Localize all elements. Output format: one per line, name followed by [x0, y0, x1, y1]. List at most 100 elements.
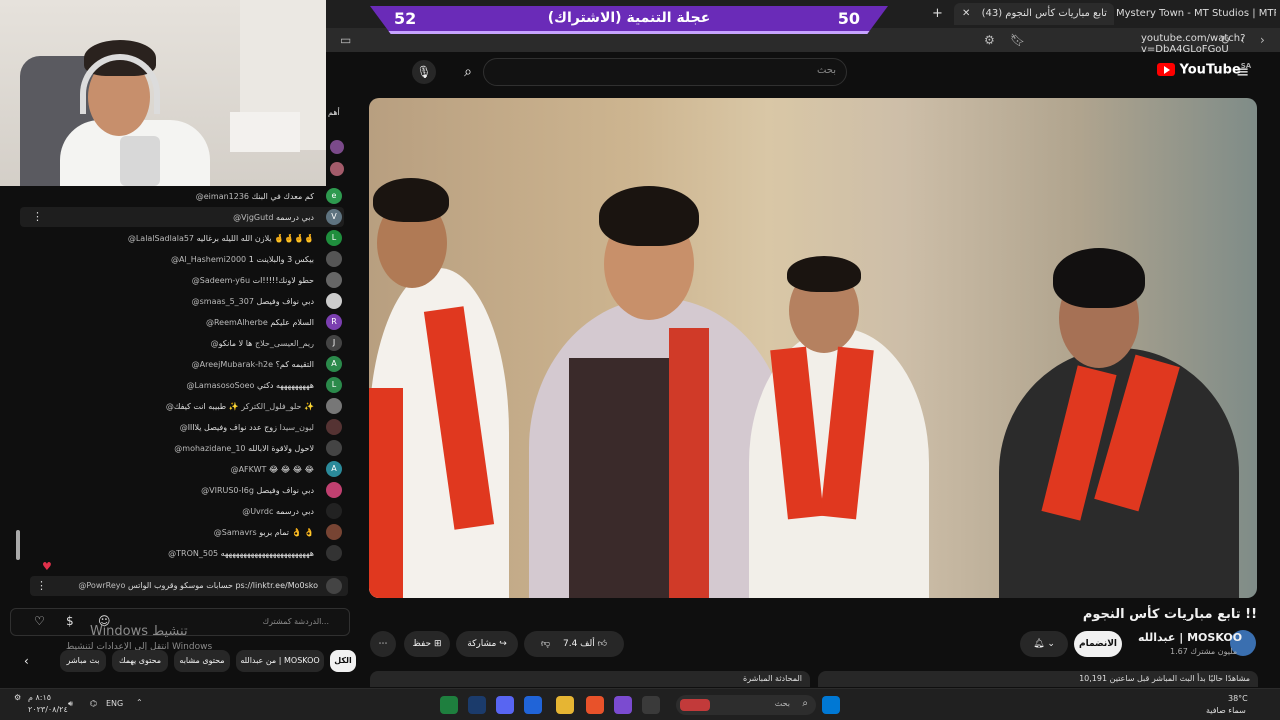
avatar[interactable]: R [326, 314, 342, 330]
weather-desc[interactable]: سماء صافية [1206, 706, 1246, 715]
settings-icon[interactable]: ⚙ [984, 33, 995, 47]
chat-author[interactable]: @mohazidane_10 [174, 444, 245, 453]
video-player[interactable] [369, 98, 1257, 598]
chat-author[interactable]: @eiman1236 [196, 192, 249, 201]
heart-icon[interactable]: ♡ [34, 614, 45, 628]
avatar[interactable] [326, 272, 342, 288]
chat-text: تمام بربو 👌 👌 [259, 528, 314, 537]
chat-author[interactable]: @Samavrs [214, 528, 257, 537]
avatar[interactable]: J [326, 335, 342, 351]
chat-message: @mohazidane_10 لاحول ولاقوة الابالله [20, 438, 344, 458]
tab-from-channel[interactable]: من عبدالله | MOSKOO [236, 650, 324, 672]
weather-temp[interactable]: 38°C [1228, 694, 1248, 703]
chat-text: ههههههههههههههههههههههههه [220, 549, 314, 558]
bookmark-icon[interactable]: 🔖︎ [1010, 33, 1025, 47]
notifications-button[interactable]: 🔔︎ ⌄ [1020, 631, 1068, 657]
clock-date[interactable]: ٢٠٢٣/٠٨/٢٤ [28, 705, 68, 714]
chat-author[interactable]: @LamasosoSoeo [186, 381, 254, 390]
copilot-icon[interactable] [614, 696, 632, 714]
sidebar-toggle-icon[interactable]: ▭ [340, 33, 351, 47]
pinned-text[interactable]: حسابات موسكو وقروب الواتس ps://linktr.ee… [128, 581, 318, 590]
steam-icon[interactable] [468, 696, 486, 714]
tab-related[interactable]: محتوى مشابه [174, 650, 230, 672]
discord-icon[interactable] [496, 696, 514, 714]
avatar[interactable] [326, 482, 342, 498]
tab-youtube-active[interactable]: ✕ (43) تابع مباريات كأس النجوم [954, 3, 1114, 25]
chat-author[interactable]: @LalalSadlala57 [128, 234, 194, 243]
new-tab-button[interactable]: + [932, 3, 948, 25]
mic-icon[interactable]: 🎙︎ [412, 60, 436, 84]
folder-icon[interactable] [556, 696, 574, 714]
chat-author[interactable]: @AFKWT [231, 465, 267, 474]
volume-icon[interactable]: 🔊︎ [68, 699, 73, 709]
reload-icon[interactable]: ↻ [1220, 33, 1230, 47]
avatar[interactable] [326, 545, 342, 561]
chat-author[interactable]: @Sadeem-y6u [192, 276, 250, 285]
forward-icon[interactable]: › [1260, 33, 1265, 47]
hamburger-menu-icon[interactable]: ≡ [1236, 62, 1249, 81]
channel-name[interactable]: عبدالله | MOSKOO [1138, 631, 1242, 644]
avatar[interactable]: e [326, 188, 342, 204]
share-button[interactable]: مشاركة ↪ [456, 631, 518, 657]
avatar[interactable] [326, 293, 342, 309]
search-input[interactable]: بحث [483, 58, 847, 86]
chat-author[interactable]: @ReemAlherbe [206, 318, 268, 327]
chat-message: @VIRUS0-I6g دبي نواف وفيصل [20, 480, 344, 500]
more-options-icon[interactable]: ⋮ [36, 576, 47, 596]
dislike-icon[interactable]: 👎︎ [541, 639, 550, 649]
windows-start-icon[interactable] [822, 696, 840, 714]
tray-chevron-icon[interactable]: ⌃ [136, 698, 143, 707]
chat-scrollbar[interactable] [16, 530, 20, 560]
chat-author[interactable]: @smaas_5_307 [192, 297, 254, 306]
taskbar-search[interactable]: بحث ⌕ [676, 695, 816, 715]
avatar[interactable]: A [326, 356, 342, 372]
chat-author[interactable]: @AreejMubarak-h2e [192, 360, 273, 369]
sub-goal-title: (الاشتراك) عجلة التنمية [547, 10, 711, 26]
back-icon[interactable]: ‹ [1240, 33, 1245, 47]
chat-message: @Uvrdc دبي درسمه [20, 501, 344, 521]
like-icon[interactable]: 👍︎ [598, 639, 607, 649]
pinned-message[interactable]: ⋮ @PowrReyo حسابات موسكو وقروب الواتس ps… [30, 576, 348, 596]
avatar[interactable] [326, 251, 342, 267]
settings-icon[interactable]: ⚙ [14, 693, 21, 702]
chevron-left-icon[interactable]: ‹ [24, 654, 29, 668]
top-chat-label[interactable]: أهم [328, 108, 340, 117]
close-icon[interactable]: ✕ [962, 8, 970, 19]
tab-live[interactable]: بث مباشر [60, 650, 106, 672]
join-button[interactable]: الانضمام [1074, 631, 1122, 657]
super-chat-icon[interactable]: $ [66, 614, 74, 628]
tab-all[interactable]: الكل [330, 650, 356, 672]
task-view-icon[interactable] [642, 696, 660, 714]
chat-author[interactable]: @Uvrdc [242, 507, 273, 516]
avatar[interactable]: L [326, 377, 342, 393]
share-icon: ↪ [499, 639, 507, 649]
description-box[interactable]: 10,191 مشاهدًا حاليًا بدأ البث المباشر ق… [818, 671, 1258, 687]
live-chat-header[interactable]: المحادثة المباشرة [370, 671, 810, 687]
search-icon[interactable]: ⌕ [455, 60, 481, 84]
store-icon[interactable] [524, 696, 542, 714]
chat-author[interactable]: @TRON_505 [168, 549, 218, 558]
avatar[interactable]: A [326, 461, 342, 477]
avatar[interactable] [326, 503, 342, 519]
avatar[interactable] [326, 398, 342, 414]
chat-text: 😂 😂 😂 😂 [268, 465, 314, 474]
avatar[interactable] [326, 419, 342, 435]
tab-mystery-town[interactable]: Mystery Town - MT Studios | MTRP | [1116, 3, 1276, 25]
clock-time[interactable]: ٨:١٥ م [28, 693, 51, 702]
chat-author[interactable]: @VIRUS0-I6g [201, 486, 254, 495]
save-button[interactable]: حفظ ⊞ [404, 631, 450, 657]
chat-author[interactable]: @PowrReyo [78, 581, 125, 590]
tab-for-you[interactable]: محتوى يهمك [112, 650, 168, 672]
chat-author[interactable]: @Al_Hashemi2000 [171, 255, 246, 264]
chat-author[interactable]: @VjgGutd [233, 213, 273, 222]
avatar[interactable]: V [326, 209, 342, 225]
more-options-icon[interactable]: ⋯ [370, 631, 396, 657]
avatar[interactable] [326, 524, 342, 540]
excel-icon[interactable] [440, 696, 458, 714]
brave-icon[interactable] [586, 696, 604, 714]
more-options-icon[interactable]: ⋮ [32, 210, 43, 223]
language-indicator[interactable]: ENG [106, 699, 123, 708]
avatar[interactable] [326, 440, 342, 456]
network-icon[interactable]: ⌬ [90, 699, 97, 708]
avatar[interactable]: L [326, 230, 342, 246]
